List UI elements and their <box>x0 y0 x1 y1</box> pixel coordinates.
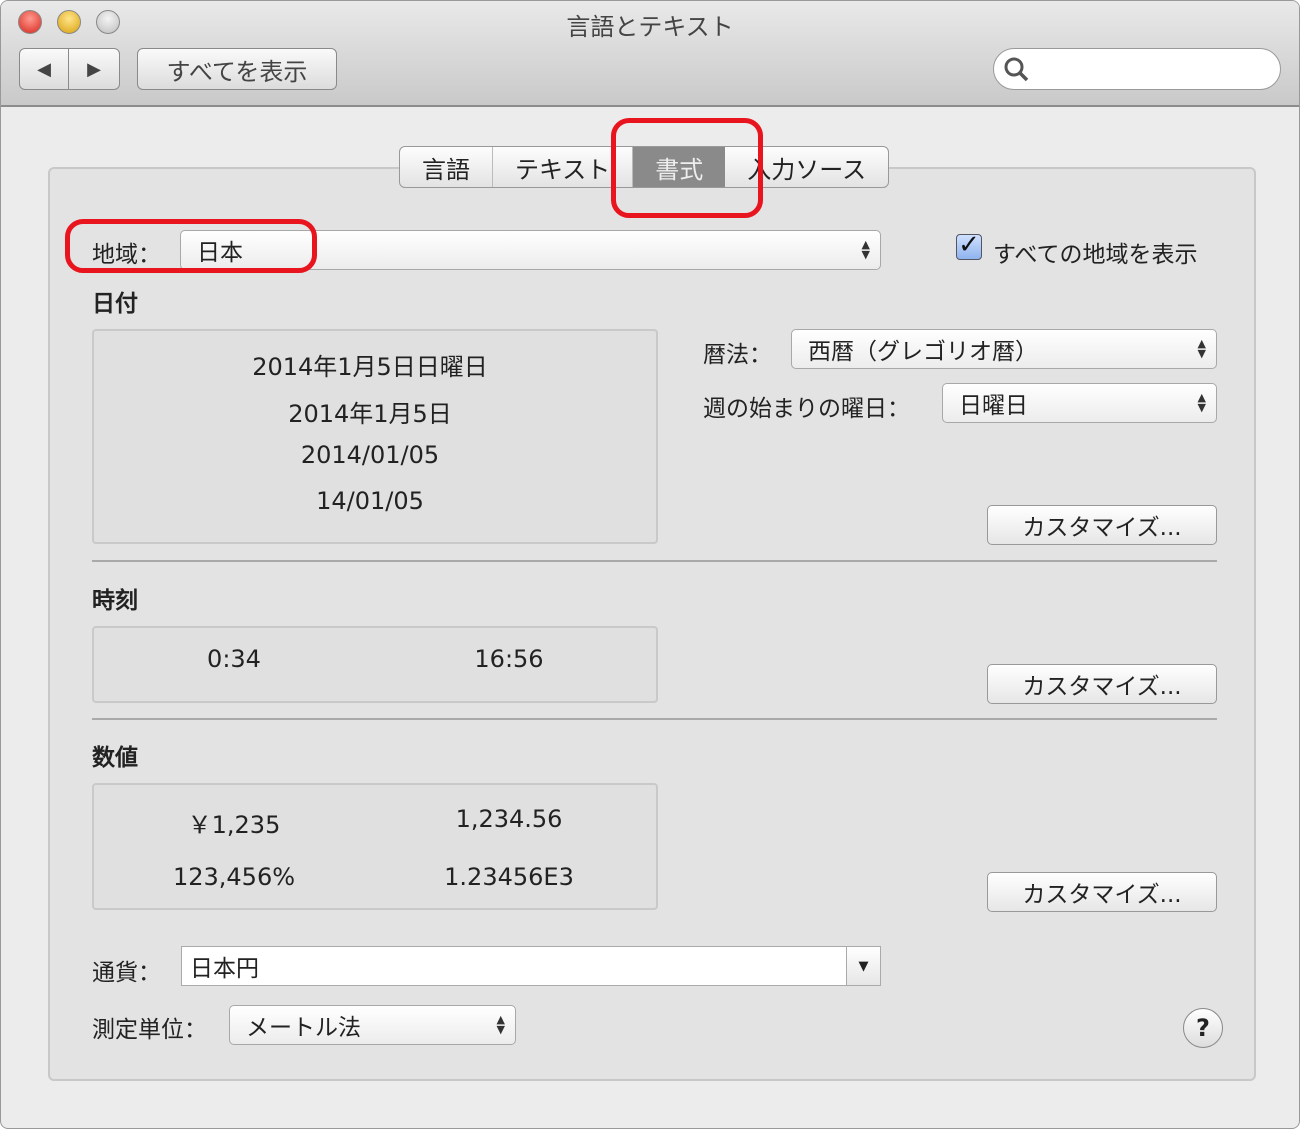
number-sample: 1,234.56 <box>455 805 563 833</box>
date-heading: 日付 <box>92 291 138 317</box>
show-all-button[interactable]: すべてを表示 <box>137 48 337 90</box>
titlebar: 言語とテキスト ◀ ▶ すべてを表示 <box>1 1 1299 107</box>
time-customize-button[interactable]: カスタマイズ... <box>987 664 1217 704</box>
currency-combobox[interactable]: 日本円 ▼ <box>181 946 881 986</box>
calendar-value: 西暦（グレゴリオ暦） <box>808 339 1038 365</box>
help-button[interactable]: ? <box>1183 1008 1223 1048</box>
date-sample: 2014年1月5日 <box>288 400 452 428</box>
search-icon <box>1004 57 1029 82</box>
show-all-regions-label: すべての地域を表示 <box>993 242 1198 268</box>
measurement-value: メートル法 <box>246 1015 361 1041</box>
measurement-select[interactable]: メートル法 ▲ ▼ <box>229 1005 516 1045</box>
search-input[interactable] <box>993 48 1281 90</box>
updown-arrows-icon: ▲ ▼ <box>861 238 870 261</box>
window: 言語とテキスト ◀ ▶ すべてを表示 言語 テキスト 書式 入力ソース 地域： … <box>0 0 1300 1129</box>
numbers-customize-button[interactable]: カスタマイズ... <box>987 872 1217 912</box>
date-sample: 2014/01/05 <box>300 441 440 469</box>
numbers-heading: 数値 <box>92 745 138 771</box>
updown-arrows-icon: ▲ ▼ <box>1197 391 1206 414</box>
currency-label: 通貨： <box>92 960 161 986</box>
calendar-select[interactable]: 西暦（グレゴリオ暦） ▲ ▼ <box>791 329 1217 369</box>
show-all-regions-checkbox[interactable]: ✓ <box>956 232 982 260</box>
updown-arrows-icon: ▲ ▼ <box>496 1013 505 1036</box>
tab-panel <box>48 167 1256 1081</box>
forward-button[interactable]: ▶ <box>68 48 120 90</box>
window-title: 言語とテキスト <box>566 13 734 41</box>
date-sample: 14/01/05 <box>316 487 424 515</box>
divider <box>92 560 1217 562</box>
updown-arrows-icon: ▲ ▼ <box>1197 337 1206 360</box>
divider <box>92 718 1217 720</box>
back-button[interactable]: ◀ <box>19 48 69 90</box>
number-sample: ￥1,235 <box>187 811 281 839</box>
time-sample: 0:34 <box>207 645 261 673</box>
highlight-annotation <box>65 219 317 273</box>
time-heading: 時刻 <box>92 588 138 614</box>
week-start-value: 日曜日 <box>959 393 1028 419</box>
number-sample: 1.23456E3 <box>444 863 574 891</box>
week-start-label: 週の始まりの曜日： <box>703 396 910 422</box>
date-customize-button[interactable]: カスタマイズ... <box>987 505 1217 545</box>
measurement-label: 測定単位： <box>92 1017 207 1043</box>
tab-language[interactable]: 言語 <box>400 147 493 187</box>
highlight-annotation <box>611 118 763 218</box>
time-sample: 16:56 <box>474 645 544 673</box>
currency-value: 日本円 <box>190 956 259 982</box>
week-start-select[interactable]: 日曜日 ▲ ▼ <box>942 383 1217 423</box>
calendar-label: 暦法： <box>703 342 772 368</box>
number-sample: 123,456% <box>172 863 296 891</box>
date-sample: 2014年1月5日日曜日 <box>252 353 488 381</box>
chevron-down-icon[interactable]: ▼ <box>846 947 880 985</box>
